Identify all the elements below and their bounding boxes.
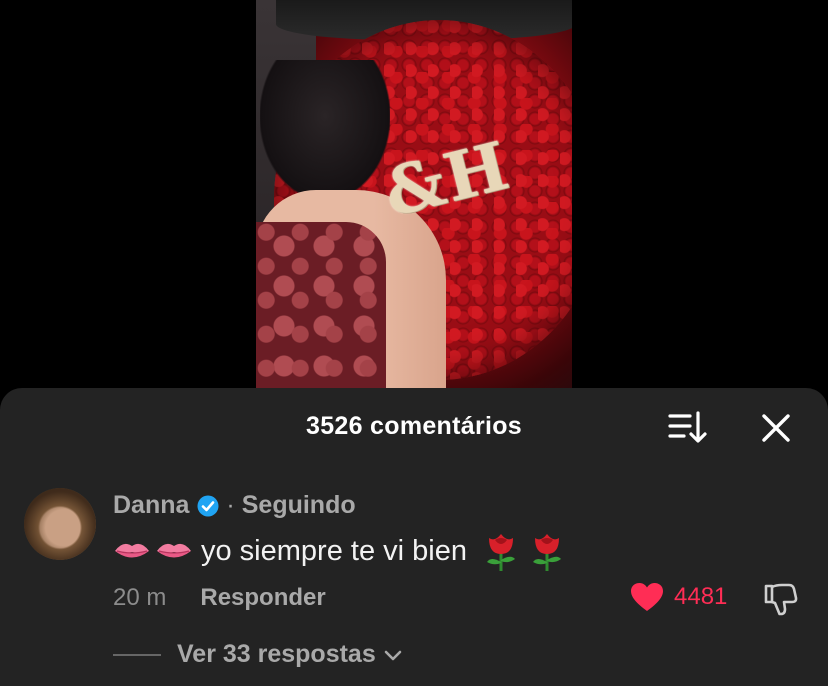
view-replies-label: Ver 33 respostas — [177, 640, 376, 668]
author-name[interactable]: Danna — [113, 491, 189, 520]
comment-meta: 20 m Responder — [113, 584, 326, 612]
replies-divider — [113, 653, 161, 656]
comment-timestamp: 20 m — [113, 584, 167, 611]
comment-author-line: Danna · Seguindo — [113, 491, 356, 520]
dislike-icon[interactable] — [762, 581, 798, 617]
rose-emoji-icon — [527, 530, 567, 572]
close-icon[interactable] — [758, 410, 794, 446]
video-preview[interactable]: &H — [256, 0, 572, 392]
avatar-image — [24, 488, 96, 560]
screen: &H 3526 comentários Danna · Seguindo yo … — [0, 0, 828, 686]
heart-icon — [630, 582, 664, 612]
rose-emoji-icon — [481, 530, 521, 572]
view-replies-button[interactable]: Ver 33 respostas — [113, 640, 402, 669]
following-status: Seguindo — [241, 491, 356, 519]
woman-dress — [256, 222, 386, 392]
chevron-down-icon — [384, 649, 402, 661]
comment-body: yo siempre te vi bien — [201, 534, 467, 567]
lips-emoji-icon — [113, 538, 151, 564]
avatar[interactable] — [24, 488, 96, 560]
comments-panel: 3526 comentários Danna · Seguindo yo sie… — [0, 388, 828, 686]
sort-icon[interactable] — [668, 408, 708, 446]
like-button[interactable]: 4481 — [630, 582, 727, 612]
woman-hair — [260, 60, 390, 200]
lips-emoji-icon — [155, 538, 193, 564]
separator-dot: · — [226, 491, 235, 519]
reply-button[interactable]: Responder — [200, 584, 325, 612]
comment-text: yo siempre te vi bien — [113, 530, 567, 572]
verified-badge-icon — [197, 495, 219, 517]
like-count: 4481 — [674, 583, 728, 610]
